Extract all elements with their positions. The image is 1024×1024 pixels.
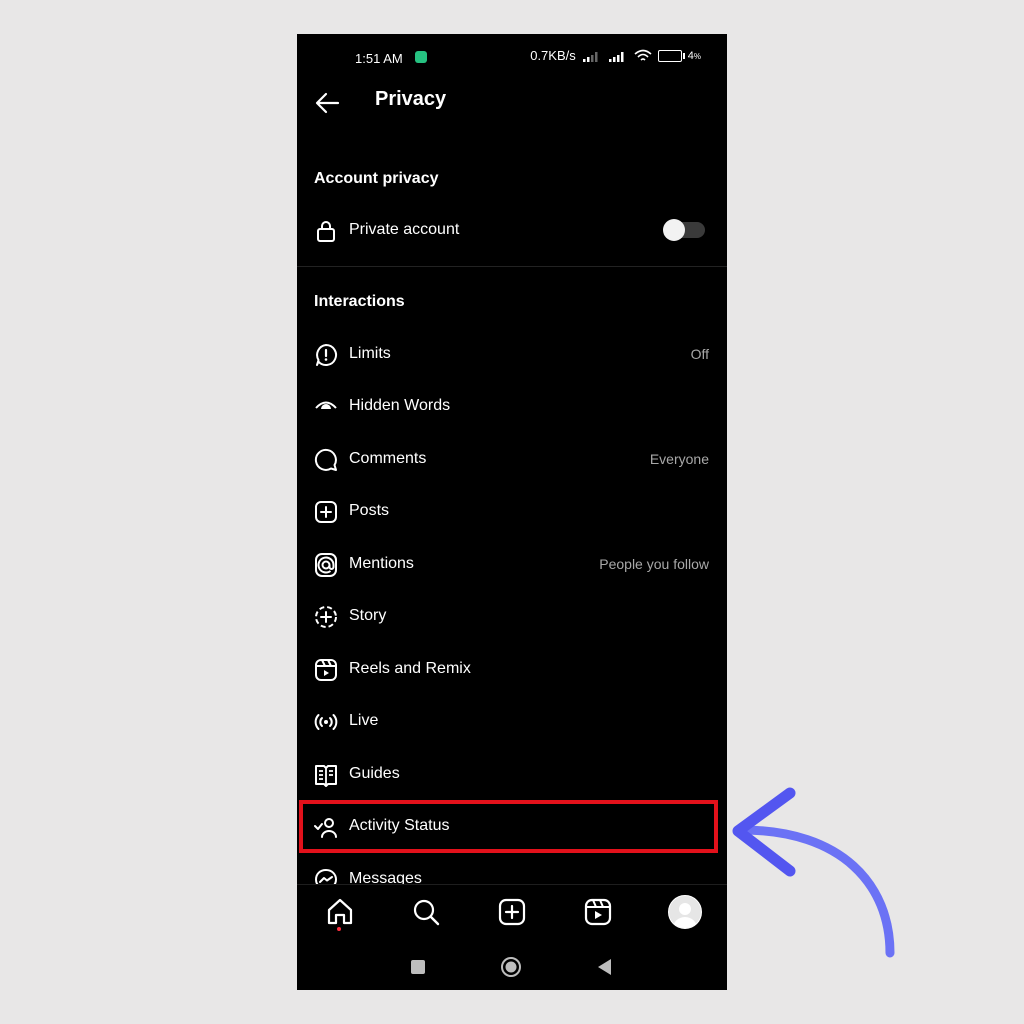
- status-time: 1:51 AM: [355, 51, 403, 66]
- posts-row[interactable]: Posts: [297, 489, 727, 535]
- limits-row[interactable]: Limits Off: [297, 332, 727, 378]
- divider: [297, 266, 727, 267]
- annotation-arrow: [732, 787, 895, 958]
- private-account-row[interactable]: Private account: [297, 208, 727, 254]
- battery-icon: [657, 49, 685, 62]
- home-icon[interactable]: [325, 897, 355, 927]
- guides-label: Guides: [349, 765, 400, 782]
- mentions-value: People you follow: [599, 556, 709, 572]
- activity-status-highlight: [299, 800, 718, 853]
- limits-label: Limits: [349, 345, 391, 362]
- status-right: 0.7KB/s 4%: [530, 48, 701, 63]
- back-button-icon[interactable]: [594, 956, 616, 978]
- system-nav: [297, 942, 727, 990]
- network-speed: 0.7KB/s: [530, 48, 576, 63]
- home-button-icon[interactable]: [500, 956, 522, 978]
- hidden-words-label: Hidden Words: [349, 397, 451, 414]
- add-post-icon: [315, 501, 337, 523]
- limits-icon: [316, 344, 337, 366]
- reels-and-remix-row[interactable]: Reels and Remix: [297, 647, 727, 693]
- create-post-icon[interactable]: [497, 897, 527, 927]
- phone-screen: 1:51 AM 0.7KB/s 4% Privacy Account priva…: [297, 34, 727, 990]
- signal-icon: [582, 51, 598, 62]
- reels-nav-icon[interactable]: [583, 897, 613, 927]
- bottom-nav: [297, 884, 727, 943]
- private-account-label: Private account: [349, 221, 460, 238]
- mentions-label: Mentions: [349, 555, 414, 572]
- guides-icon: [315, 765, 337, 787]
- signal-icon-2: [608, 51, 624, 62]
- mention-icon: [315, 553, 337, 577]
- home-notification-dot: [337, 927, 341, 931]
- default-avatar-icon: [673, 903, 697, 928]
- posts-label: Posts: [349, 502, 390, 519]
- app-notification-icon: [415, 51, 427, 63]
- guides-row[interactable]: Guides: [297, 752, 727, 798]
- reels-and-remix-label: Reels and Remix: [349, 660, 471, 677]
- lock-icon: [317, 221, 335, 242]
- profile-avatar[interactable]: [668, 895, 702, 929]
- comments-row[interactable]: Comments Everyone: [297, 437, 727, 483]
- private-account-toggle[interactable]: [663, 219, 705, 241]
- comments-label: Comments: [349, 450, 427, 467]
- hidden-words-row[interactable]: Hidden Words: [297, 384, 727, 430]
- recent-apps-icon[interactable]: [407, 956, 429, 978]
- live-row[interactable]: Live: [297, 699, 727, 745]
- limits-value: Off: [690, 346, 709, 362]
- comments-value: Everyone: [649, 451, 709, 467]
- header: Privacy: [297, 82, 727, 122]
- hidden-words-icon: [315, 401, 337, 409]
- toggle-knob: [663, 219, 685, 241]
- story-icon: [315, 606, 337, 628]
- mentions-row[interactable]: Mentions People you follow: [297, 542, 727, 588]
- back-arrow-icon[interactable]: [313, 88, 343, 118]
- story-label: Story: [349, 607, 387, 624]
- wifi-icon: [634, 49, 652, 61]
- search-icon[interactable]: [411, 897, 441, 927]
- live-icon: [314, 714, 338, 730]
- story-row[interactable]: Story: [297, 594, 727, 640]
- comment-icon: [314, 448, 337, 471]
- battery-percent: 4%: [687, 49, 701, 62]
- live-label: Live: [349, 712, 379, 729]
- section-title-interactions: Interactions: [314, 293, 405, 310]
- page-title: Privacy: [375, 88, 447, 110]
- reels-icon: [315, 659, 337, 681]
- status-bar: 1:51 AM 0.7KB/s 4%: [297, 34, 727, 82]
- section-title-account-privacy: Account privacy: [314, 170, 439, 187]
